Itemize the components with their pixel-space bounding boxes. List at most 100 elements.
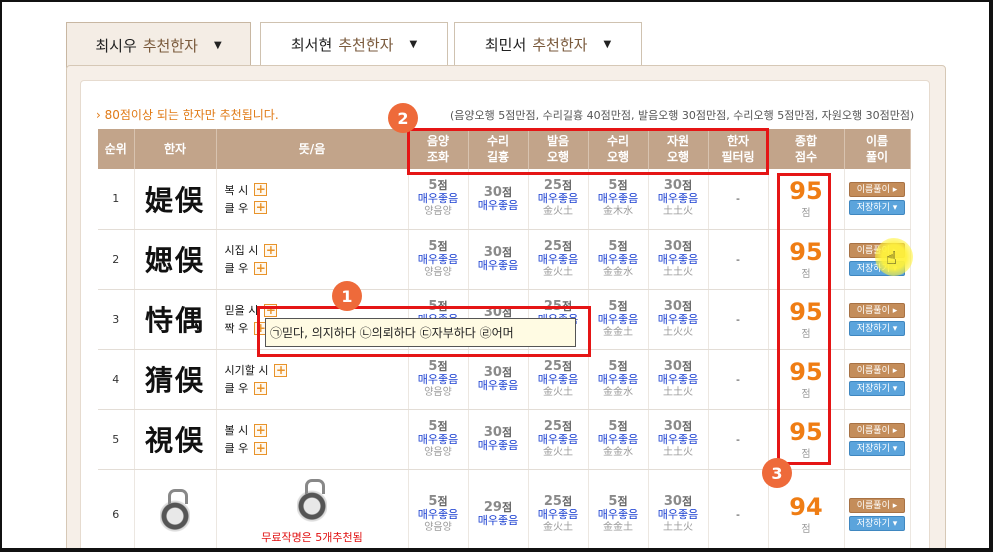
- filter-cell: -: [708, 469, 769, 548]
- meaning-cell: 무료작명은 5개추천됨: [216, 469, 409, 548]
- header-hanja: 한자: [134, 129, 217, 169]
- plus-icon[interactable]: +: [254, 381, 268, 395]
- jawon-score: 30점 매우좋음 土土火: [648, 409, 709, 470]
- tab-choi-minseo[interactable]: 최민서 추천한자 ▼: [454, 22, 642, 66]
- rank-cell: 3: [98, 289, 135, 350]
- filter-cell: -: [708, 409, 769, 470]
- dropdown-caret-icon: ▼: [603, 39, 612, 50]
- hanja-text: 視俁: [144, 424, 205, 457]
- dropdown-caret-icon: ▼: [409, 39, 418, 50]
- balum-score: 25점 매우좋음 金火土: [528, 229, 589, 290]
- suri-score: 30점 매우좋음: [468, 409, 529, 470]
- annotation-marker-2: 2: [388, 103, 418, 133]
- meaning-1: 볼 시: [224, 424, 249, 437]
- tab-choi-seohyun[interactable]: 최서현 추천한자 ▼: [260, 22, 448, 66]
- rank-cell: 2: [98, 229, 135, 290]
- meaning-cell: 복 시 + 클 우 +: [216, 169, 409, 230]
- balum-score: 25점 매우좋음 金火土: [528, 409, 589, 470]
- actions-cell: 이름풀이 ▸ 저장하기 ▾: [844, 169, 911, 230]
- tab-choi-siwoo[interactable]: 최시우 추천한자 ▼: [66, 22, 251, 68]
- meaning-cell: 시집 시 + 클 우 +: [216, 229, 409, 290]
- actions-cell: 이름풀이 ▸ 저장하기 ▾: [844, 349, 911, 410]
- save-button[interactable]: 저장하기 ▾: [849, 320, 905, 336]
- actions-cell: 이름풀이 ▸ 저장하기 ▾: [844, 409, 911, 470]
- yinyang-score: 5점 매우좋음 양음양: [408, 169, 469, 230]
- meaning-2: 클 우: [224, 382, 249, 395]
- suri-ohaeng-score: 5점 매우좋음 金金土: [588, 289, 649, 350]
- meaning-1: 믿을 시: [224, 304, 259, 317]
- jawon-score: 30점 매우좋음 土土火: [648, 229, 709, 290]
- filter-cell: -: [708, 229, 769, 290]
- plus-icon[interactable]: +: [254, 261, 268, 275]
- rank-cell: 5: [98, 409, 135, 470]
- meaning-cell: 볼 시 + 클 우 +: [216, 409, 409, 470]
- yinyang-score: 5점 매우좋음 양음양: [408, 409, 469, 470]
- name-reading-button[interactable]: 이름풀이 ▸: [849, 182, 905, 198]
- suri-score: 29점 매우좋음: [468, 469, 529, 548]
- name-reading-button[interactable]: 이름풀이 ▸: [849, 362, 905, 378]
- filter-cell: -: [708, 349, 769, 410]
- hanja-cell: 恃偶: [134, 289, 217, 350]
- hanja-cell: 媞俁: [134, 169, 217, 230]
- plus-icon[interactable]: +: [254, 423, 268, 437]
- plus-icon[interactable]: +: [264, 243, 278, 257]
- save-button[interactable]: 저장하기 ▾: [849, 440, 905, 456]
- jawon-score: 30점 매우좋음 土土火: [648, 169, 709, 230]
- meaning-1: 시집 시: [224, 244, 259, 257]
- meaning-2: 클 우: [224, 262, 249, 275]
- meaning-1: 시기할 시: [224, 364, 269, 377]
- dropdown-caret-icon: ▼: [213, 40, 222, 51]
- jawon-score: 30점 매우좋음 土土火: [648, 349, 709, 410]
- meaning-2: 짝 우: [224, 322, 249, 335]
- header-total: 종합 점수: [768, 129, 845, 169]
- annotation-box-totals: [777, 173, 831, 465]
- name-reading-button[interactable]: 이름풀이 ▸: [849, 422, 905, 438]
- lock-image-icon: [160, 489, 190, 535]
- balum-score: 25점 매우좋음 金火土: [528, 469, 589, 548]
- tab-suffix: 추천한자: [338, 36, 394, 54]
- filter-cell: -: [708, 169, 769, 230]
- hanja-text: 恃偶: [144, 304, 205, 337]
- meaning-2: 클 우: [224, 201, 249, 215]
- name-reading-button[interactable]: 이름풀이 ▸: [849, 497, 905, 513]
- hanja-cell: 猜俁: [134, 349, 217, 410]
- hanja-cell: 視俁: [134, 409, 217, 470]
- annotation-box-scores: [407, 128, 769, 175]
- actions-cell: 이름풀이 ▸ 저장하기 ▾: [844, 469, 911, 548]
- plus-icon[interactable]: +: [254, 183, 268, 197]
- suri-ohaeng-score: 5점 매우좋음 金金水: [588, 229, 649, 290]
- name-reading-button[interactable]: 이름풀이 ▸: [849, 302, 905, 318]
- header-name-reading: 이름 풀이: [844, 129, 911, 169]
- annotation-box-tooltip: [257, 306, 591, 357]
- plus-icon[interactable]: +: [254, 201, 268, 215]
- balum-score: 25점 매우좋음 金火土: [528, 169, 589, 230]
- tab-name: 최시우: [95, 37, 137, 55]
- header-rank: 순위: [98, 129, 135, 169]
- notice-text: › 80점이상 되는 한자만 추천됩니다.: [96, 108, 279, 122]
- suri-score: 30점 매우좋음: [468, 229, 529, 290]
- screenshot-frame: 최시우 추천한자 ▼ 최서현 추천한자 ▼ 최민서 추천한자 ▼ › 80점이상 되는…: [0, 0, 993, 552]
- header-meaning: 뜻/음: [216, 129, 409, 169]
- rank-cell: 4: [98, 349, 135, 410]
- tab-suffix: 추천한자: [532, 36, 588, 54]
- hand-cursor-icon: ☝: [886, 248, 897, 269]
- plus-icon[interactable]: +: [254, 441, 268, 455]
- hanja-cell: [134, 469, 217, 548]
- suri-ohaeng-score: 5점 매우좋음 金金水: [588, 349, 649, 410]
- tab-name: 최서현: [290, 36, 333, 54]
- jawon-score: 30점 매우좋음 土火火: [648, 289, 709, 350]
- yinyang-score: 5점 매우좋음 양음양: [408, 229, 469, 290]
- suri-score: 30점 매우좋음: [468, 349, 529, 410]
- tab-suffix: 추천한자: [142, 37, 198, 55]
- rank-cell: 6: [98, 469, 135, 548]
- save-button[interactable]: 저장하기 ▾: [849, 200, 905, 216]
- yinyang-score: 5점 매우좋음 양음양: [408, 469, 469, 548]
- hanja-text: 媤俁: [144, 244, 205, 277]
- balum-score: 25점 매우좋음 金火土: [528, 349, 589, 410]
- hanja-cell: 媤俁: [134, 229, 217, 290]
- criteria-text: (음양오행 5점만점, 수리길흉 40점만점, 발음오행 30점만점, 수리오행…: [450, 109, 915, 122]
- save-button[interactable]: 저장하기 ▾: [849, 515, 905, 531]
- plus-icon[interactable]: +: [274, 363, 288, 377]
- save-button[interactable]: 저장하기 ▾: [849, 380, 905, 396]
- actions-cell: 이름풀이 ▸ 저장하기 ▾: [844, 289, 911, 350]
